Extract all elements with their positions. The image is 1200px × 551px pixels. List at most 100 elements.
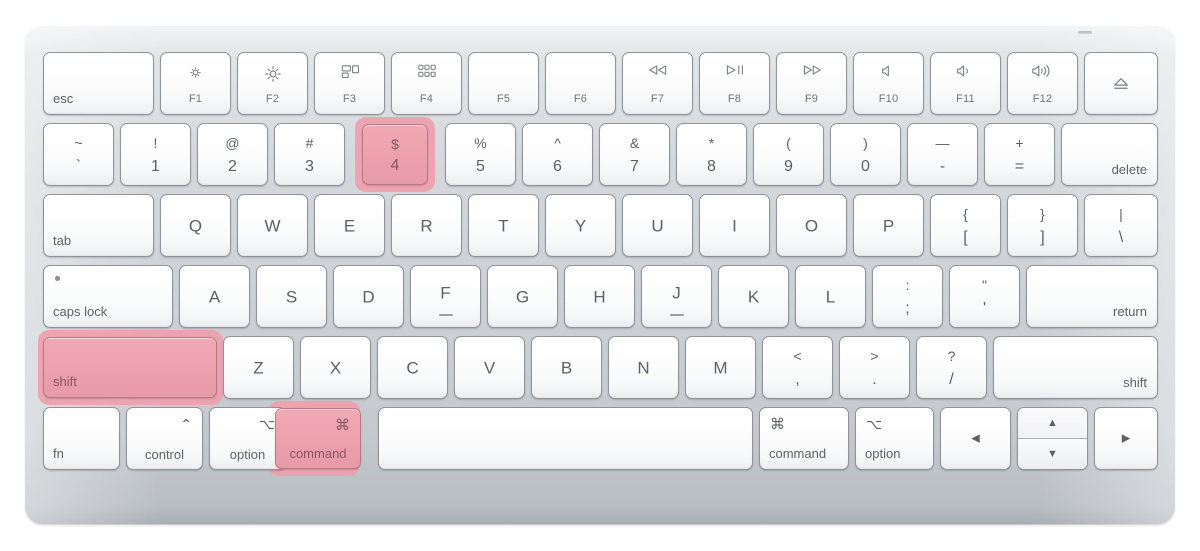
key-v[interactable]: V — [454, 336, 525, 399]
key-semicolon[interactable]: : ; — [872, 265, 943, 328]
key-l[interactable]: L — [795, 265, 866, 328]
key-command-left[interactable]: ⌘ command — [275, 408, 361, 469]
key-esc[interactable]: esc — [43, 52, 154, 115]
key-o[interactable]: O — [776, 194, 847, 257]
key-2-label: 2 — [228, 158, 237, 175]
key-shift-right[interactable]: shift — [993, 336, 1158, 399]
key-2[interactable]: @ 2 — [197, 123, 268, 186]
key-t[interactable]: T — [468, 194, 539, 257]
key-plate: esc F1 F2 F3 F4 F5 F6 F7 F8 F9 F10 F11 F… — [38, 52, 1158, 504]
key-7[interactable]: & 7 — [599, 123, 670, 186]
key-h[interactable]: H — [564, 265, 635, 328]
key-8[interactable]: * 8 — [676, 123, 747, 186]
key-arrow-up[interactable]: ▲ — [1018, 408, 1087, 439]
key-n[interactable]: N — [608, 336, 679, 399]
key-f8-label: F8 — [727, 93, 742, 105]
key-f10[interactable]: F10 — [853, 52, 924, 115]
key-f4[interactable]: F4 — [391, 52, 462, 115]
key-f7[interactable]: F7 — [622, 52, 693, 115]
key-quote[interactable]: " ' — [949, 265, 1020, 328]
key-j[interactable]: J — [641, 265, 712, 328]
key-f-label: F — [440, 283, 451, 303]
key-f2[interactable]: F2 — [237, 52, 308, 115]
key-p[interactable]: P — [853, 194, 924, 257]
key-arrow-right[interactable]: ▶ — [1094, 407, 1158, 470]
key-w[interactable]: W — [237, 194, 308, 257]
key-command-right[interactable]: ⌘ command — [759, 407, 849, 470]
key-k[interactable]: K — [718, 265, 789, 328]
key-8-shift-label: * — [708, 135, 715, 151]
key-f6-label: F6 — [573, 93, 588, 105]
key-9[interactable]: ( 9 — [753, 123, 824, 186]
command-left-glyph-icon: ⌘ — [335, 417, 350, 434]
key-f8[interactable]: F8 — [699, 52, 770, 115]
key-f9-label: F9 — [804, 93, 819, 105]
key-slash[interactable]: ? / — [916, 336, 987, 399]
key-m[interactable]: M — [685, 336, 756, 399]
key-g[interactable]: G — [487, 265, 558, 328]
key-z[interactable]: Z — [223, 336, 294, 399]
key-f[interactable]: F — [410, 265, 481, 328]
launchpad-icon — [392, 64, 461, 78]
key-f11[interactable]: F11 — [930, 52, 1001, 115]
arrow-right-icon: ▶ — [1121, 432, 1131, 444]
key-b-label: B — [560, 358, 573, 377]
key-arrow-up-down[interactable]: ▲ ▼ — [1017, 407, 1088, 470]
key-f6[interactable]: F6 — [545, 52, 616, 115]
key-d[interactable]: D — [333, 265, 404, 328]
key-1-label: 1 — [151, 158, 160, 175]
key-f1[interactable]: F1 — [160, 52, 231, 115]
key-eject[interactable] — [1084, 52, 1158, 115]
key-comma[interactable]: < , — [762, 336, 833, 399]
key-s[interactable]: S — [256, 265, 327, 328]
key-a[interactable]: A — [179, 265, 250, 328]
key-control[interactable]: ⌃ control — [126, 407, 203, 470]
key-delete[interactable]: delete — [1061, 123, 1158, 186]
key-q[interactable]: Q — [160, 194, 231, 257]
key-backslash[interactable]: | \ — [1084, 194, 1158, 257]
key-i[interactable]: I — [699, 194, 770, 257]
key-a-label: A — [208, 287, 221, 306]
key-c[interactable]: C — [377, 336, 448, 399]
key-5-shift-label: % — [474, 135, 487, 151]
key-return[interactable]: return — [1026, 265, 1158, 328]
key-caps-lock[interactable]: caps lock — [43, 265, 173, 328]
key-x[interactable]: X — [300, 336, 371, 399]
key-l-label: L — [825, 287, 836, 306]
key-r[interactable]: R — [391, 194, 462, 257]
key-shift-left[interactable]: shift — [43, 337, 217, 398]
key-6-label: 6 — [553, 158, 562, 175]
key-option-right[interactable]: ⌥ option — [855, 407, 934, 470]
key-u[interactable]: U — [622, 194, 693, 257]
key-fn[interactable]: fn — [43, 407, 120, 470]
control-glyph-icon: ⌃ — [180, 416, 192, 432]
key-bracket-right[interactable]: } ] — [1007, 194, 1078, 257]
key-3[interactable]: # 3 — [274, 123, 345, 186]
key-minus[interactable]: — - — [907, 123, 978, 186]
key-e[interactable]: E — [314, 194, 385, 257]
key-y[interactable]: Y — [545, 194, 616, 257]
key-b[interactable]: B — [531, 336, 602, 399]
key-space[interactable] — [378, 407, 753, 470]
key-arrow-left[interactable]: ◀ — [940, 407, 1011, 470]
key-arrow-down[interactable]: ▼ — [1018, 437, 1087, 469]
key-f3[interactable]: F3 — [314, 52, 385, 115]
key-6[interactable]: ^ 6 — [522, 123, 593, 186]
key-f-homing-bump — [438, 314, 453, 316]
key-tab[interactable]: tab — [43, 194, 154, 257]
key-0-label: 0 — [861, 158, 870, 175]
key-m-label: M — [713, 358, 728, 377]
key-4[interactable]: $ 4 — [362, 124, 428, 185]
key-f5[interactable]: F5 — [468, 52, 539, 115]
key-0[interactable]: ) 0 — [830, 123, 901, 186]
key-bracket-left[interactable]: { [ — [930, 194, 1001, 257]
key-period[interactable]: > . — [839, 336, 910, 399]
key-f9[interactable]: F9 — [776, 52, 847, 115]
key-f12[interactable]: F12 — [1007, 52, 1078, 115]
key-7-label: 7 — [630, 158, 639, 175]
key-minus-label: - — [939, 158, 946, 175]
key-5[interactable]: % 5 — [445, 123, 516, 186]
key-1[interactable]: ! 1 — [120, 123, 191, 186]
key-equal[interactable]: + = — [984, 123, 1055, 186]
key-grave[interactable]: ~ ` — [43, 123, 114, 186]
